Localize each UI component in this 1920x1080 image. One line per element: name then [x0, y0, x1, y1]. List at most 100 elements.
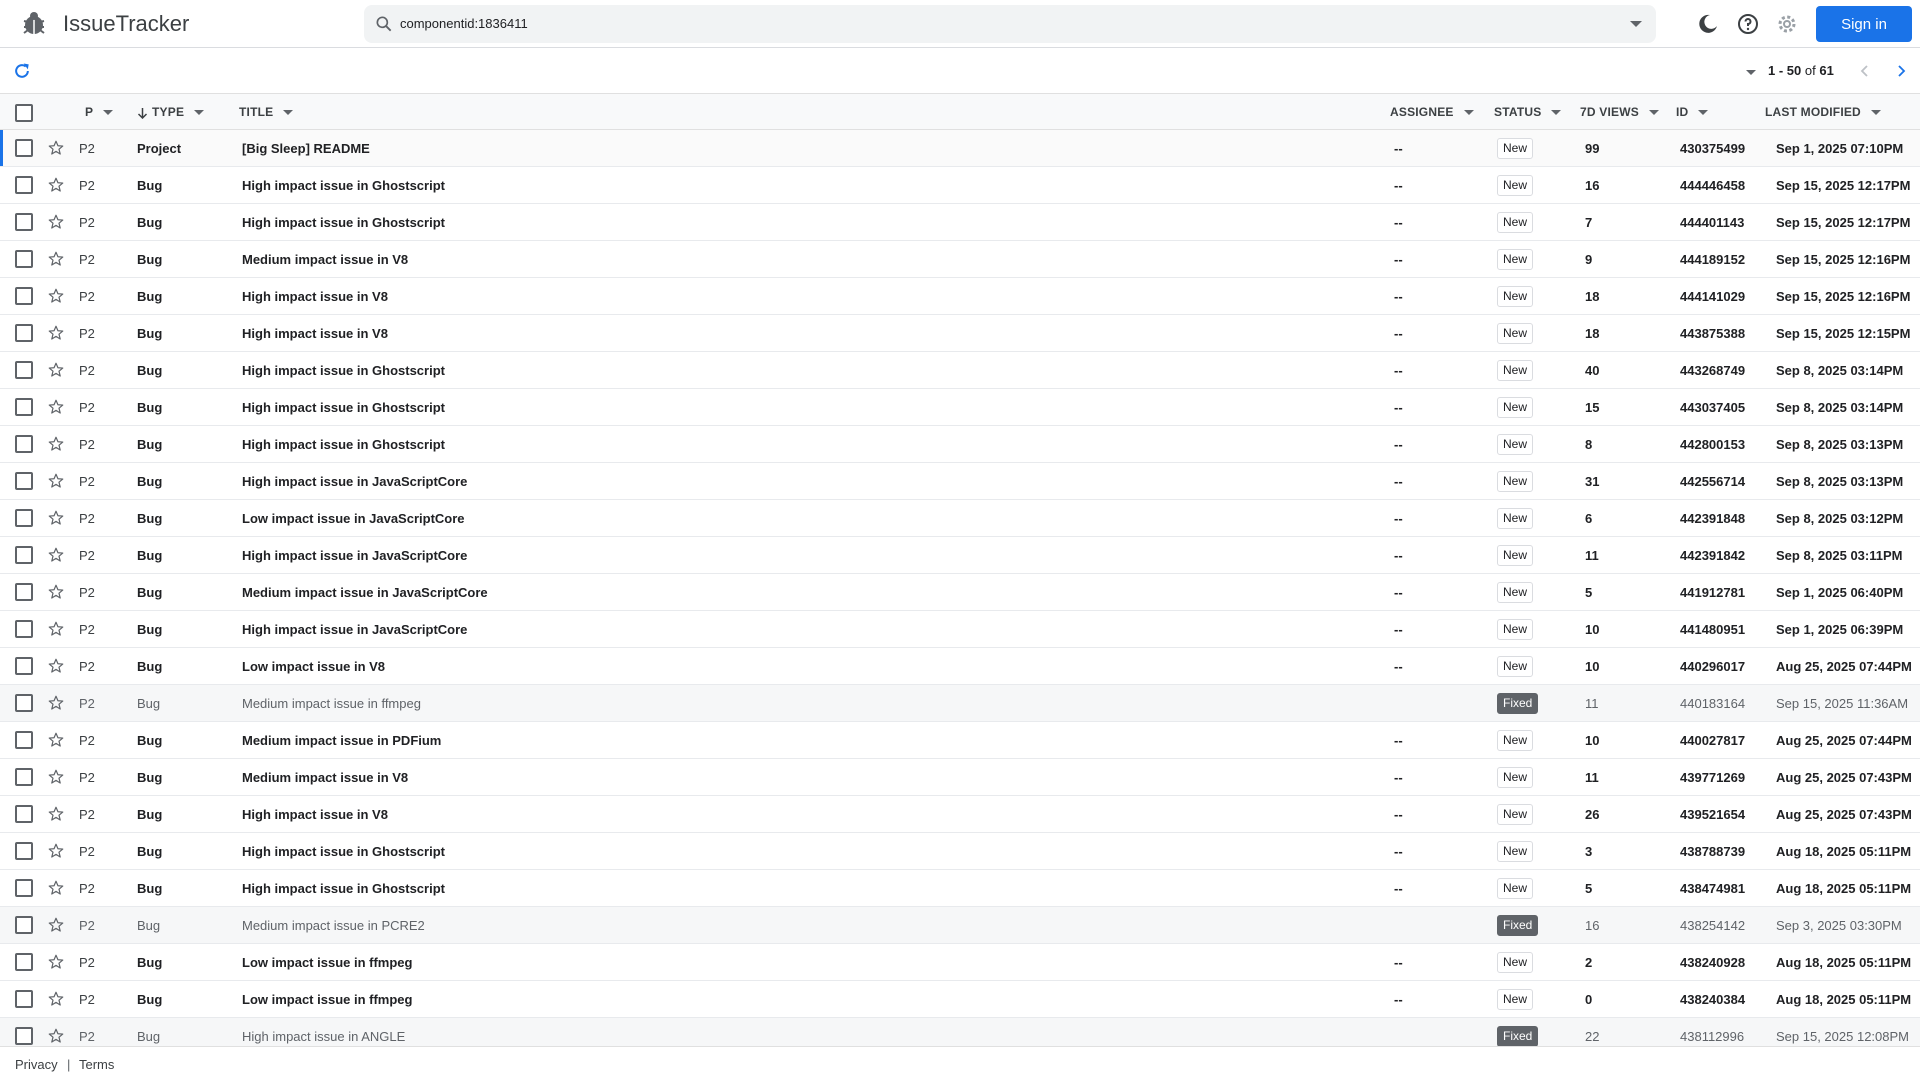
title-link[interactable]: High impact issue in JavaScriptCore — [242, 622, 467, 637]
dark-mode-icon[interactable] — [1696, 12, 1720, 36]
star-icon[interactable] — [47, 842, 65, 860]
app-title[interactable]: IssueTracker — [63, 11, 189, 37]
table-row[interactable]: P2 Bug High impact issue in JavaScriptCore… — [0, 463, 1920, 500]
row-checkbox[interactable] — [15, 694, 33, 712]
table-row[interactable]: P2 Project [Big Sleep] README -- New 99 430375… — [0, 130, 1920, 167]
star-icon[interactable] — [47, 583, 65, 601]
table-row[interactable]: P2 Bug High impact issue in JavaScriptCore… — [0, 611, 1920, 648]
column-header-status[interactable]: STATUS — [1494, 105, 1562, 119]
table-row[interactable]: P2 Bug High impact issue in Ghostscript -- N… — [0, 204, 1920, 241]
title-link[interactable]: Medium impact issue in V8 — [242, 252, 408, 267]
select-all-checkbox[interactable] — [15, 104, 33, 122]
row-checkbox[interactable] — [15, 176, 33, 194]
star-icon[interactable] — [47, 324, 65, 342]
star-icon[interactable] — [47, 213, 65, 231]
title-link[interactable]: Medium impact issue in PCRE2 — [242, 918, 425, 933]
title-link[interactable]: Low impact issue in ffmpeg — [242, 955, 412, 970]
table-row[interactable]: P2 Bug High impact issue in Ghostscript -- N… — [0, 426, 1920, 463]
page-size-dropdown-icon[interactable] — [1746, 70, 1756, 75]
star-icon[interactable] — [47, 176, 65, 194]
title-link[interactable]: High impact issue in JavaScriptCore — [242, 474, 467, 489]
table-row[interactable]: P2 Bug High impact issue in Ghostscript -- N… — [0, 389, 1920, 426]
star-icon[interactable] — [47, 546, 65, 564]
title-link[interactable]: Medium impact issue in PDFium — [242, 733, 441, 748]
table-row[interactable]: P2 Bug High impact issue in V8 -- New 18 44414… — [0, 278, 1920, 315]
row-checkbox[interactable] — [15, 768, 33, 786]
table-row[interactable]: P2 Bug High impact issue in Ghostscript -- N… — [0, 833, 1920, 870]
column-header-7d-views[interactable]: 7D VIEWS — [1580, 105, 1659, 119]
chevron-right-icon[interactable] — [1893, 63, 1909, 79]
table-row[interactable]: P2 Bug High impact issue in ANGLE Fixed 22 43… — [0, 1018, 1920, 1046]
table-row[interactable]: P2 Bug Medium impact issue in V8 -- New 9 4441… — [0, 241, 1920, 278]
table-row[interactable]: P2 Bug High impact issue in V8 -- New 26 43952… — [0, 796, 1920, 833]
star-icon[interactable] — [47, 1027, 65, 1045]
star-icon[interactable] — [47, 509, 65, 527]
row-checkbox[interactable] — [15, 546, 33, 564]
title-link[interactable]: Low impact issue in ffmpeg — [242, 992, 412, 1007]
title-link[interactable]: [Big Sleep] README — [242, 141, 370, 156]
row-checkbox[interactable] — [15, 361, 33, 379]
row-checkbox[interactable] — [15, 509, 33, 527]
table-row[interactable]: P2 Bug Low impact issue in JavaScriptCore -… — [0, 500, 1920, 537]
table-row[interactable]: P2 Bug Low impact issue in ffmpeg -- New 0 438… — [0, 981, 1920, 1018]
row-checkbox[interactable] — [15, 435, 33, 453]
star-icon[interactable] — [47, 361, 65, 379]
title-link[interactable]: Medium impact issue in V8 — [242, 770, 408, 785]
refresh-icon[interactable] — [12, 61, 32, 81]
title-link[interactable]: High impact issue in V8 — [242, 807, 388, 822]
table-row[interactable]: P2 Bug Low impact issue in V8 -- New 10 440296… — [0, 648, 1920, 685]
privacy-link[interactable]: Privacy — [15, 1057, 58, 1072]
row-checkbox[interactable] — [15, 879, 33, 897]
table-row[interactable]: P2 Bug High impact issue in Ghostscript -- N… — [0, 870, 1920, 907]
title-link[interactable]: High impact issue in V8 — [242, 326, 388, 341]
search-bar[interactable]: componentid:1836411 — [364, 5, 1656, 43]
row-checkbox[interactable] — [15, 213, 33, 231]
row-checkbox[interactable] — [15, 472, 33, 490]
search-input[interactable]: componentid:1836411 — [400, 16, 528, 31]
row-checkbox[interactable] — [15, 583, 33, 601]
bug-logo-icon[interactable] — [18, 8, 50, 40]
table-row[interactable]: P2 Bug Low impact issue in ffmpeg -- New 2 438… — [0, 944, 1920, 981]
title-link[interactable]: Low impact issue in V8 — [242, 659, 385, 674]
row-checkbox[interactable] — [15, 916, 33, 934]
title-link[interactable]: High impact issue in JavaScriptCore — [242, 548, 467, 563]
title-link[interactable]: Low impact issue in JavaScriptCore — [242, 511, 465, 526]
row-checkbox[interactable] — [15, 657, 33, 675]
star-icon[interactable] — [47, 657, 65, 675]
star-icon[interactable] — [47, 398, 65, 416]
star-icon[interactable] — [47, 139, 65, 157]
column-header-priority[interactable]: P — [85, 105, 114, 119]
row-checkbox[interactable] — [15, 620, 33, 638]
title-link[interactable]: High impact issue in Ghostscript — [242, 844, 445, 859]
table-row[interactable]: P2 Bug High impact issue in JavaScriptCore… — [0, 537, 1920, 574]
row-checkbox[interactable] — [15, 842, 33, 860]
column-header-id[interactable]: ID — [1676, 105, 1709, 119]
table-row[interactable]: P2 Bug High impact issue in Ghostscript -- N… — [0, 352, 1920, 389]
star-icon[interactable] — [47, 768, 65, 786]
row-checkbox[interactable] — [15, 287, 33, 305]
title-link[interactable]: High impact issue in Ghostscript — [242, 437, 445, 452]
title-link[interactable]: Medium impact issue in JavaScriptCore — [242, 585, 488, 600]
star-icon[interactable] — [47, 879, 65, 897]
row-checkbox[interactable] — [15, 953, 33, 971]
star-icon[interactable] — [47, 990, 65, 1008]
column-header-title[interactable]: TITLE — [239, 105, 294, 119]
row-checkbox[interactable] — [15, 990, 33, 1008]
column-header-last-modified[interactable]: LAST MODIFIED — [1765, 105, 1881, 119]
star-icon[interactable] — [47, 435, 65, 453]
star-icon[interactable] — [47, 620, 65, 638]
star-icon[interactable] — [47, 731, 65, 749]
star-icon[interactable] — [47, 694, 65, 712]
column-header-type[interactable]: TYPE — [137, 105, 205, 119]
title-link[interactable]: High impact issue in ANGLE — [242, 1029, 405, 1044]
settings-gear-icon[interactable] — [1775, 12, 1799, 36]
star-icon[interactable] — [47, 250, 65, 268]
search-options-dropdown-icon[interactable] — [1630, 21, 1642, 27]
star-icon[interactable] — [47, 805, 65, 823]
help-icon[interactable] — [1736, 12, 1760, 36]
row-checkbox[interactable] — [15, 398, 33, 416]
title-link[interactable]: High impact issue in Ghostscript — [242, 400, 445, 415]
row-checkbox[interactable] — [15, 139, 33, 157]
terms-link[interactable]: Terms — [79, 1057, 114, 1072]
row-checkbox[interactable] — [15, 250, 33, 268]
